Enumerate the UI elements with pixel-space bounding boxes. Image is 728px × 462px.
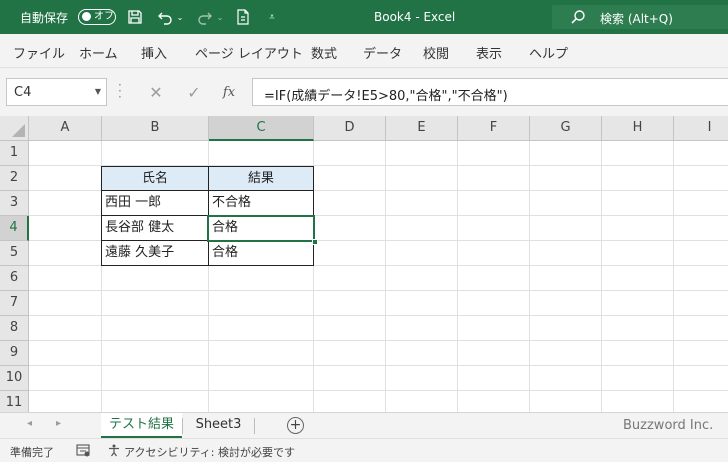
more-options-icon[interactable]: · · ·	[118, 79, 122, 103]
formula-bar: C4 ▼ · · · ✕ ✓ fx =IF(成績データ!E5>80,"合格","不合…	[0, 68, 728, 116]
tab-scroll-left-icon[interactable]: ◂	[27, 418, 32, 429]
menu-home[interactable]: ホーム	[79, 43, 118, 62]
menu-formulas[interactable]: 数式	[311, 43, 337, 62]
search-placeholder: 検索 (Alt+Q)	[600, 12, 673, 26]
accessibility-icon[interactable]	[107, 444, 121, 460]
row-header-9[interactable]: 9	[0, 341, 29, 366]
customize-toolbar-icon[interactable]: ⩡	[263, 8, 281, 26]
select-all-button[interactable]	[0, 116, 29, 141]
undo-dropdown-icon[interactable]: ⌄	[175, 8, 185, 26]
row-header-7[interactable]: 7	[0, 291, 29, 316]
ribbon-menu: ファイル ホーム 挿入 ページ レイアウト 数式 データ 校閲 表示 ヘルプ	[0, 34, 728, 68]
title-bar: 自動保存 オフ ⌄ ⌄ ⩡ Book4 - Excel 検索 (Alt+Q)	[0, 0, 728, 34]
gridline	[29, 390, 728, 391]
column-header-h[interactable]: H	[602, 116, 674, 141]
row-header-3[interactable]: 3	[0, 191, 29, 216]
row-header-11[interactable]: 11	[0, 391, 29, 412]
watermark-text: Buzzword Inc.	[623, 418, 714, 433]
column-header-d[interactable]: D	[314, 116, 386, 141]
column-header-c[interactable]: C	[209, 116, 314, 141]
gridline	[29, 365, 728, 366]
sheet-tabs-bar: ◂ ▸ テスト結果 Sheet3 + Buzzword Inc.	[0, 412, 728, 438]
autosave-toggle[interactable]: オフ	[78, 9, 116, 25]
insert-function-icon[interactable]: fx	[216, 79, 242, 105]
column-header-e[interactable]: E	[386, 116, 458, 141]
row-header-4[interactable]: 4	[0, 216, 29, 241]
column-header-f[interactable]: F	[458, 116, 530, 141]
menu-page-layout[interactable]: ページ レイアウト	[195, 43, 303, 62]
enter-icon[interactable]: ✓	[181, 79, 207, 105]
table-header-name[interactable]: 氏名	[101, 166, 209, 191]
menu-data[interactable]: データ	[363, 43, 402, 62]
formula-input[interactable]: =IF(成績データ!E5>80,"合格","不合格")	[252, 78, 728, 106]
menu-help[interactable]: ヘルプ	[529, 43, 568, 62]
row-header-2[interactable]: 2	[0, 166, 29, 191]
menu-review[interactable]: 校閲	[423, 43, 449, 62]
macro-record-icon[interactable]	[76, 444, 90, 460]
status-bar: 準備完了 アクセシビリティ: 検討が必要です	[0, 438, 728, 462]
name-box-value: C4	[14, 85, 32, 100]
row-header-10[interactable]: 10	[0, 366, 29, 391]
cell-c5[interactable]: 合格	[208, 240, 314, 266]
cell-b5[interactable]: 遠藤 久美子	[101, 240, 209, 266]
row-header-6[interactable]: 6	[0, 266, 29, 291]
row-header-8[interactable]: 8	[0, 316, 29, 341]
gridline	[29, 340, 728, 341]
column-header-a[interactable]: A	[29, 116, 102, 141]
autosave-state: オフ	[94, 11, 114, 22]
accessibility-status[interactable]: アクセシビリティ: 検討が必要です	[124, 444, 295, 460]
cell-c3[interactable]: 不合格	[208, 190, 314, 216]
save-icon[interactable]	[126, 8, 144, 26]
status-ready: 準備完了	[10, 446, 54, 459]
document-title: Book4 - Excel	[374, 10, 456, 24]
toggle-knob	[82, 12, 91, 21]
undo-icon[interactable]	[156, 8, 174, 26]
gridline	[529, 141, 530, 412]
gridline	[457, 141, 458, 412]
menu-insert[interactable]: 挿入	[141, 43, 167, 62]
cell-b4[interactable]: 長谷部 健太	[101, 215, 209, 241]
cell-c4[interactable]: 合格	[208, 215, 314, 241]
chevron-down-icon[interactable]: ▼	[95, 87, 101, 96]
row-header-5[interactable]: 5	[0, 241, 29, 266]
search-icon	[570, 9, 586, 29]
menu-file[interactable]: ファイル	[13, 43, 65, 62]
column-header-g[interactable]: G	[530, 116, 602, 141]
gridline	[29, 290, 728, 291]
add-sheet-icon[interactable]: +	[287, 417, 304, 434]
column-header-b[interactable]: B	[102, 116, 209, 141]
redo-icon[interactable]	[196, 8, 214, 26]
cell-b3[interactable]: 西田 一郎	[101, 190, 209, 216]
gridline	[385, 141, 386, 412]
gridline	[601, 141, 602, 412]
select-all-triangle-icon	[12, 124, 25, 137]
column-header-i[interactable]: I	[674, 116, 728, 141]
sheet-tab-sheet3[interactable]: Sheet3	[183, 413, 254, 438]
formula-text: =IF(成績データ!E5>80,"合格","不合格")	[264, 89, 508, 104]
worksheet-grid[interactable]: A B C D E F G H I 1 2 3 4 5 6 7 8 9 10 1…	[0, 116, 728, 412]
search-box[interactable]: 検索 (Alt+Q)	[552, 5, 728, 29]
gridline	[673, 141, 674, 412]
redo-dropdown-icon[interactable]: ⌄	[215, 8, 225, 26]
cancel-icon[interactable]: ✕	[143, 79, 169, 105]
gridline	[29, 315, 728, 316]
sheet-tab-test-results[interactable]: テスト結果	[101, 413, 182, 438]
autosave-label: 自動保存	[20, 11, 69, 25]
table-header-result[interactable]: 結果	[208, 166, 314, 191]
tab-scroll-right-icon[interactable]: ▸	[56, 418, 61, 429]
row-header-1[interactable]: 1	[0, 141, 29, 166]
name-box[interactable]: C4 ▼	[6, 78, 107, 106]
touch-mode-icon[interactable]	[234, 8, 252, 26]
menu-view[interactable]: 表示	[476, 43, 502, 62]
tab-separator	[254, 418, 255, 434]
